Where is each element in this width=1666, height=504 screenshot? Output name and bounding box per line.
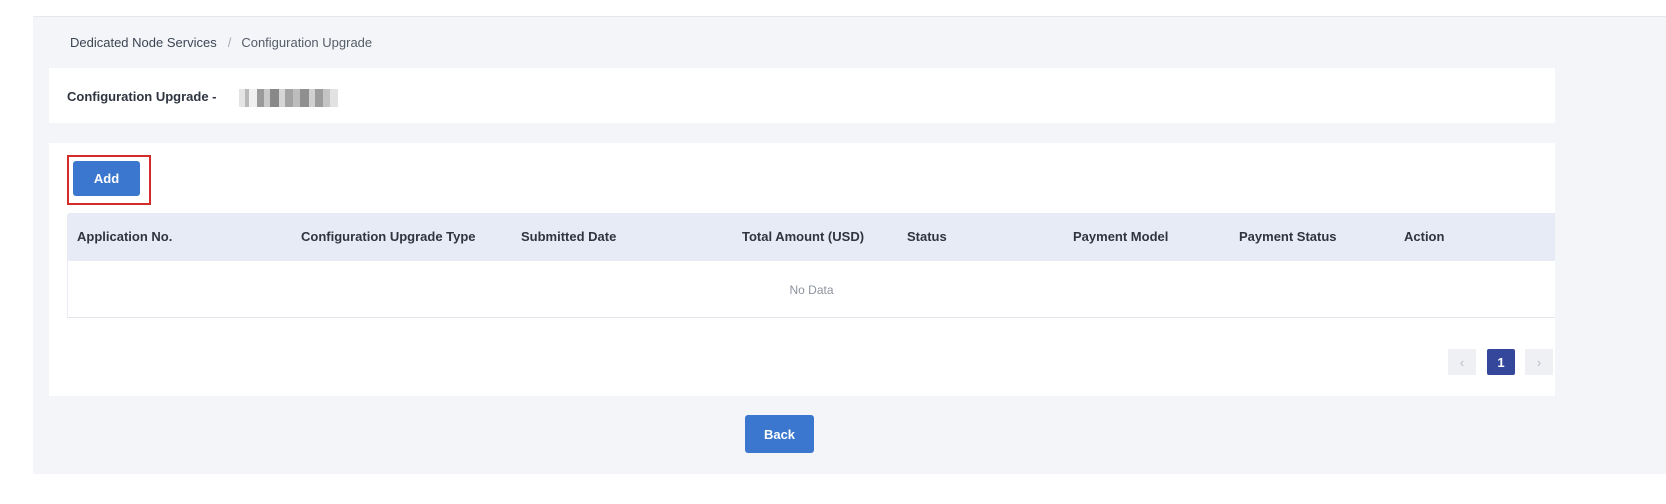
add-button[interactable]: Add <box>73 161 140 196</box>
pagination-prev-button[interactable]: ‹ <box>1448 349 1476 375</box>
column-header-status: Status <box>907 229 947 244</box>
column-header-configuration-upgrade-type: Configuration Upgrade Type <box>301 229 476 244</box>
breadcrumb-link-dedicated-node-services[interactable]: Dedicated Node Services <box>70 35 217 50</box>
page-canvas: Dedicated Node Services / Configuration … <box>33 16 1666 474</box>
column-header-payment-model: Payment Model <box>1073 229 1169 244</box>
title-card: Configuration Upgrade - <box>49 68 1555 123</box>
column-header-action: Action <box>1404 229 1445 244</box>
breadcrumb-separator: / <box>227 35 232 50</box>
back-button[interactable]: Back <box>745 415 814 453</box>
applications-card: Add Application No. Configuration Upgrad… <box>49 143 1555 396</box>
pagination-next-button[interactable]: › <box>1525 349 1553 375</box>
breadcrumb: Dedicated Node Services / Configuration … <box>70 35 372 50</box>
empty-state-text: No Data <box>789 283 834 297</box>
page-title: Configuration Upgrade - <box>67 89 217 104</box>
table-body: No Data <box>67 261 1555 318</box>
table-header: Application No. Configuration Upgrade Ty… <box>67 213 1555 261</box>
pagination-page-1[interactable]: 1 <box>1487 349 1515 375</box>
breadcrumb-current: Configuration Upgrade <box>241 35 373 50</box>
redacted-name-mosaic <box>239 89 347 107</box>
chevron-right-icon: › <box>1536 354 1542 370</box>
column-header-submitted-date: Submitted Date <box>521 229 617 244</box>
column-header-application-no: Application No. <box>77 229 173 244</box>
chevron-left-icon: ‹ <box>1459 354 1465 370</box>
column-header-total-amount: Total Amount (USD) <box>742 229 865 244</box>
column-header-payment-status: Payment Status <box>1239 229 1337 244</box>
applications-table: Application No. Configuration Upgrade Ty… <box>67 213 1555 318</box>
